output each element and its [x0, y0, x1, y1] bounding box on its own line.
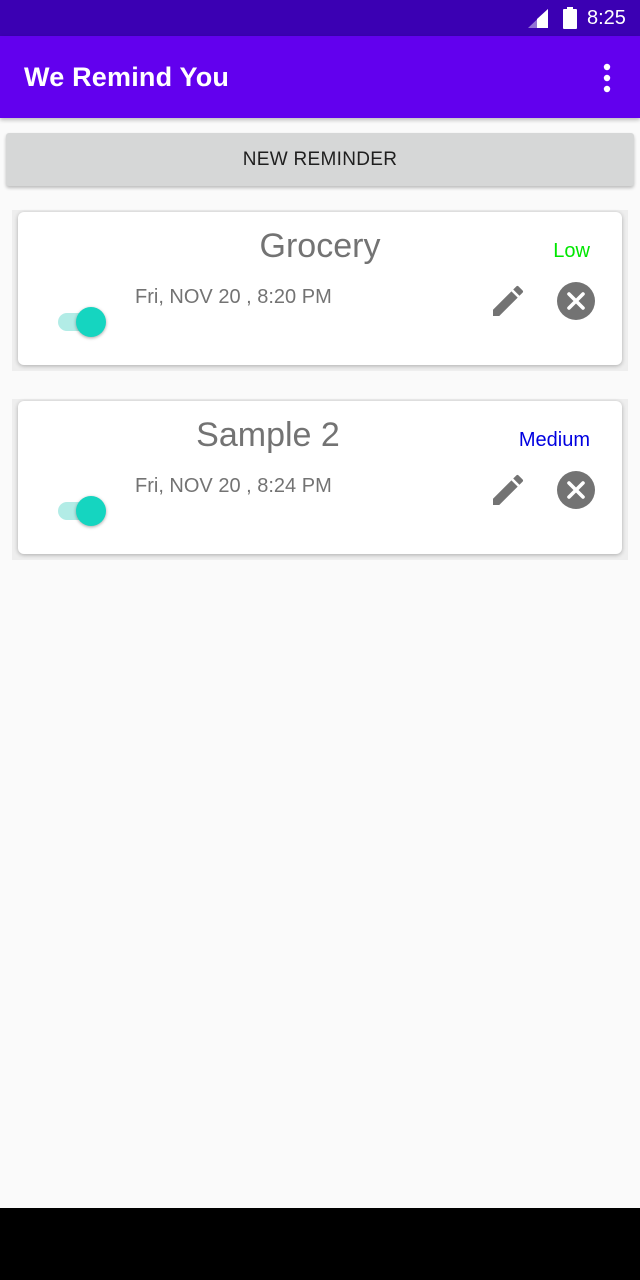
- edit-icon[interactable]: [488, 281, 528, 321]
- reminder-card[interactable]: Grocery Low Fri, NOV 20 , 8:20 PM: [18, 212, 622, 365]
- reminder-card[interactable]: Sample 2 Medium Fri, NOV 20 , 8:24 PM: [18, 401, 622, 554]
- reminder-name: Sample 2: [196, 416, 340, 454]
- signal-icon: [528, 9, 548, 28]
- reminder-datetime: Fri, NOV 20 , 8:24 PM: [135, 475, 332, 497]
- reminder-item: Grocery Low Fri, NOV 20 , 8:20 PM: [12, 210, 628, 371]
- edit-icon[interactable]: [488, 470, 528, 510]
- status-time: 8:25: [587, 7, 626, 29]
- app-bar: We Remind You: [0, 36, 640, 118]
- reminder-datetime: Fri, NOV 20 , 8:20 PM: [135, 286, 332, 308]
- delete-icon[interactable]: [555, 469, 597, 511]
- navigation-bar: [0, 1208, 640, 1280]
- priority-label: Low: [553, 240, 590, 262]
- priority-label: Medium: [518, 429, 590, 451]
- status-bar: 8:25: [0, 0, 640, 36]
- reminder-toggle[interactable]: [56, 302, 108, 340]
- delete-icon[interactable]: [555, 280, 597, 322]
- more-vert-icon[interactable]: [590, 61, 624, 95]
- toggle-thumb: [76, 307, 106, 337]
- reminder-toggle[interactable]: [56, 491, 108, 529]
- toggle-thumb: [76, 496, 106, 526]
- reminder-item: Sample 2 Medium Fri, NOV 20 , 8:24 PM: [12, 399, 628, 560]
- reminder-name: Grocery: [259, 227, 381, 265]
- battery-icon: [563, 7, 577, 29]
- new-reminder-button[interactable]: NEW REMINDER: [6, 133, 634, 186]
- app-title: We Remind You: [24, 62, 230, 92]
